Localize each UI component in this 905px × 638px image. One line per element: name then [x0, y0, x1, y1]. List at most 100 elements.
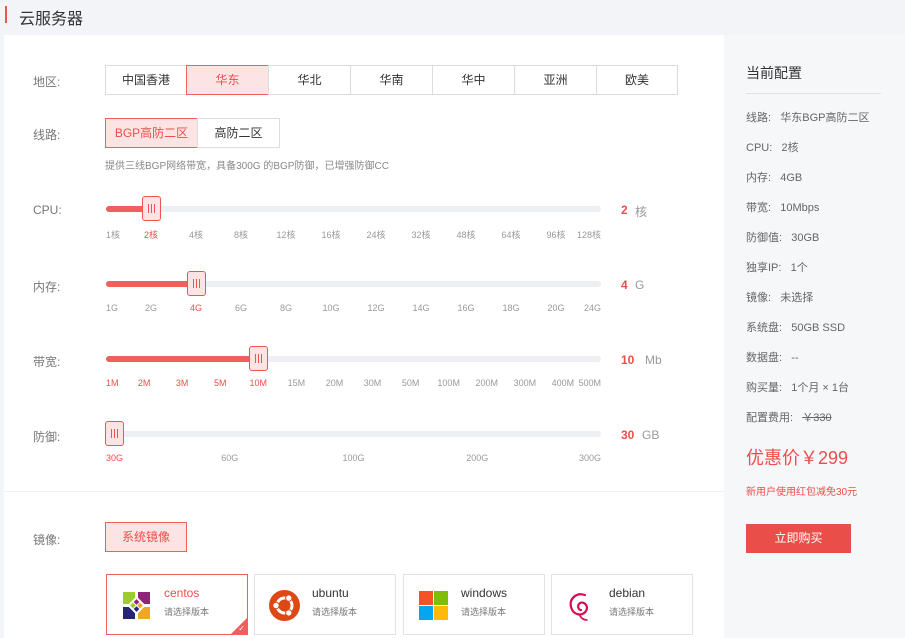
bandwidth-tick-label: 2M — [137, 378, 151, 388]
bandwidth-tick-label: 20M — [325, 378, 344, 388]
memory-tick-label: 24G — [583, 303, 601, 313]
summary-row-system-disk: 系统盘: 50GB SSD — [746, 319, 845, 335]
os-card-centos[interactable]: centos 请选择版本 ✓ — [106, 574, 248, 635]
summary-key: 线路: — [746, 112, 772, 124]
discount-price: 优惠价￥299 — [746, 448, 849, 468]
memory-value: 4 — [621, 278, 628, 292]
defense-value: 30 — [621, 428, 635, 442]
defense-ticks: 30G 60G 100G 200G 300G — [106, 453, 601, 467]
cpu-tick-label: 1核 — [106, 230, 121, 240]
windows-icon — [419, 591, 448, 620]
bandwidth-ticks: 1M 2M 3M 5M 10M 15M 20M 30M 50M 100M 200M 300M 400M 5… — [106, 378, 601, 392]
bandwidth-tick-label: 400M — [551, 378, 575, 388]
system-image-button[interactable]: 系统镜像 — [105, 522, 187, 552]
os-version-prompt-debian: 请选择版本 — [609, 607, 655, 617]
region-option-asia[interactable]: 亚洲 — [514, 65, 597, 95]
config-panel: 地区: 中国香港 华东 华北 华南 华中 亚洲 欧美 线路: BGP高防二区 高… — [4, 35, 724, 638]
os-version-prompt-ubuntu: 请选择版本 — [312, 607, 358, 617]
bandwidth-value: 10 — [621, 353, 635, 367]
line-option-standard[interactable]: 高防二区 — [197, 118, 280, 148]
bandwidth-tick-label: 1M — [106, 378, 119, 388]
cpu-slider-track[interactable] — [106, 196, 601, 221]
summary-panel: 当前配置 线路: 华东BGP高防二区 CPU: 2核 内存: 4GB 带宽: 1… — [724, 35, 905, 638]
memory-tick-label: 2G — [144, 303, 157, 313]
summary-key: 配置费用: — [746, 412, 794, 424]
region-option-east[interactable]: 华东 — [186, 65, 269, 95]
section-divider — [4, 491, 724, 492]
defense-slider-track[interactable] — [105, 421, 601, 446]
memory-tick-label: 8G — [279, 303, 292, 313]
region-option-europe-america[interactable]: 欧美 — [596, 65, 678, 95]
defense-unit: GB — [642, 428, 660, 442]
cpu-tick-label: 12核 — [276, 230, 296, 240]
memory-tick-label: 18G — [502, 303, 520, 313]
cpu-tick-label: 2核 — [143, 230, 158, 240]
summary-row-image: 镜像: 未选择 — [746, 289, 813, 305]
image-label: 镜像: — [33, 533, 61, 547]
summary-key: 购买量: — [746, 382, 783, 394]
bandwidth-slider-handle[interactable] — [248, 346, 268, 371]
region-option-hk[interactable]: 中国香港 — [105, 65, 187, 95]
memory-slider-handle[interactable] — [186, 271, 206, 296]
summary-key: 镜像: — [746, 292, 772, 304]
summary-key: CPU: — [746, 142, 773, 154]
memory-tick-label: 14G — [412, 303, 430, 313]
defense-tick-label: 60G — [221, 453, 239, 463]
summary-row-cpu: CPU: 2核 — [746, 139, 799, 155]
memory-tick-label: 4G — [189, 303, 202, 313]
line-option-bgp[interactable]: BGP高防二区 — [105, 118, 198, 148]
os-version-prompt-centos: 请选择版本 — [164, 607, 210, 617]
memory-slider-fill — [106, 281, 196, 287]
os-card-ubuntu[interactable]: ubuntu 请选择版本 — [254, 574, 396, 635]
memory-slider-track[interactable] — [106, 271, 601, 296]
bandwidth-tick-label: 300M — [513, 378, 537, 388]
os-name-debian: debian — [609, 586, 646, 600]
original-price: ￥330 — [802, 412, 832, 424]
os-name-windows: windows — [461, 586, 508, 600]
defense-slider-handle[interactable] — [105, 421, 125, 446]
memory-tick-label: 6G — [234, 303, 247, 313]
summary-row-defense: 防御值: 30GB — [746, 229, 819, 245]
summary-key: 系统盘: — [746, 322, 783, 334]
defense-tick-label: 300G — [578, 453, 601, 463]
debian-icon — [569, 593, 588, 621]
region-option-south[interactable]: 华南 — [350, 65, 433, 95]
bandwidth-tick-label: 5M — [213, 378, 227, 388]
os-card-windows[interactable]: windows 请选择版本 — [403, 574, 545, 635]
summary-row-config-fee: 配置费用: ￥330 — [746, 409, 832, 425]
bandwidth-tick-label: 500M — [578, 378, 601, 388]
region-option-central[interactable]: 华中 — [432, 65, 515, 95]
memory-tick-label: 12G — [367, 303, 385, 313]
cpu-tick-label: 16核 — [321, 230, 341, 240]
summary-row-quantity: 购买量: 1个月 × 1台 — [746, 379, 849, 395]
ubuntu-icon — [269, 590, 300, 621]
summary-key: 独享IP: — [746, 262, 782, 274]
buy-now-button[interactable]: 立即购买 — [746, 524, 851, 553]
cpu-tick-label: 128核 — [576, 230, 601, 240]
memory-tick-label: 1G — [106, 303, 119, 313]
memory-tick-label: 10G — [322, 303, 340, 313]
bandwidth-tick-label: 3M — [175, 378, 189, 388]
summary-value: 未选择 — [780, 292, 814, 304]
bandwidth-tick-label: 50M — [401, 378, 420, 388]
summary-row-data-disk: 数据盘: -- — [746, 349, 799, 365]
summary-value: 4GB — [780, 172, 803, 184]
os-name-centos: centos — [164, 586, 200, 600]
os-version-prompt-windows: 请选择版本 — [461, 607, 507, 617]
summary-value: 2核 — [781, 142, 799, 154]
summary-value: 1个月 × 1台 — [791, 382, 850, 394]
bandwidth-tick-label: 15M — [287, 378, 306, 388]
title-accent-bar — [5, 6, 7, 23]
summary-key: 数据盘: — [746, 352, 783, 364]
page-header: 云服务器 — [0, 0, 905, 34]
cpu-tick-label: 24核 — [366, 230, 386, 240]
os-card-debian[interactable]: debian 请选择版本 — [551, 574, 693, 635]
bandwidth-unit: Mb — [645, 353, 662, 367]
cpu-slider-handle[interactable] — [141, 196, 161, 221]
bandwidth-slider-track[interactable] — [106, 346, 601, 371]
defense-tick-label: 30G — [106, 453, 124, 463]
summary-row-line: 线路: 华东BGP高防二区 — [746, 109, 869, 125]
summary-divider — [746, 93, 881, 94]
summary-title: 当前配置 — [746, 65, 802, 81]
region-option-north[interactable]: 华北 — [268, 65, 351, 95]
